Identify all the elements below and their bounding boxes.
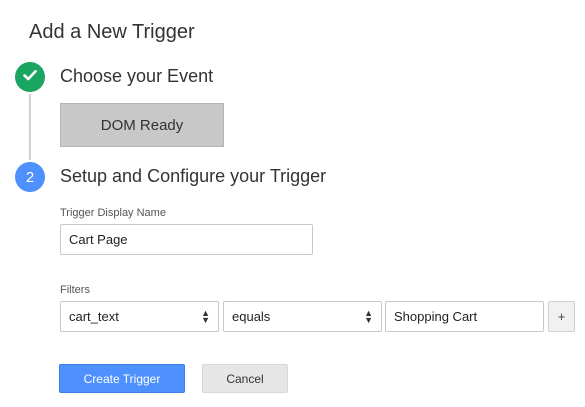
page-title: Add a New Trigger: [29, 21, 195, 43]
step-1-complete-badge: [15, 62, 45, 92]
check-icon: [22, 67, 38, 87]
trigger-name-input[interactable]: [60, 224, 313, 255]
trigger-editor: Add a New Trigger Choose your Event DOM …: [0, 0, 585, 407]
select-arrows-icon: ▲ ▼: [364, 307, 373, 325]
filter-variable-value: cart_text: [69, 309, 119, 324]
filter-operator-select[interactable]: equals ▲ ▼: [223, 301, 382, 332]
step-2-title: Setup and Configure your Trigger: [60, 166, 327, 186]
create-trigger-button[interactable]: Create Trigger: [59, 364, 185, 393]
step-2-number-badge: 2: [15, 162, 45, 192]
select-arrows-icon: ▲ ▼: [201, 307, 210, 325]
step-connector: [29, 94, 31, 160]
trigger-name-label: Trigger Display Name: [60, 207, 166, 219]
filters-label: Filters: [60, 284, 90, 296]
step-1-title: Choose your Event: [60, 66, 214, 86]
add-filter-button[interactable]: +: [548, 301, 575, 332]
filter-value-input[interactable]: [385, 301, 544, 332]
filter-operator-value: equals: [232, 309, 271, 324]
event-type-card[interactable]: DOM Ready: [60, 103, 224, 147]
filter-variable-select[interactable]: cart_text ▲ ▼: [60, 301, 219, 332]
cancel-button[interactable]: Cancel: [202, 364, 288, 393]
